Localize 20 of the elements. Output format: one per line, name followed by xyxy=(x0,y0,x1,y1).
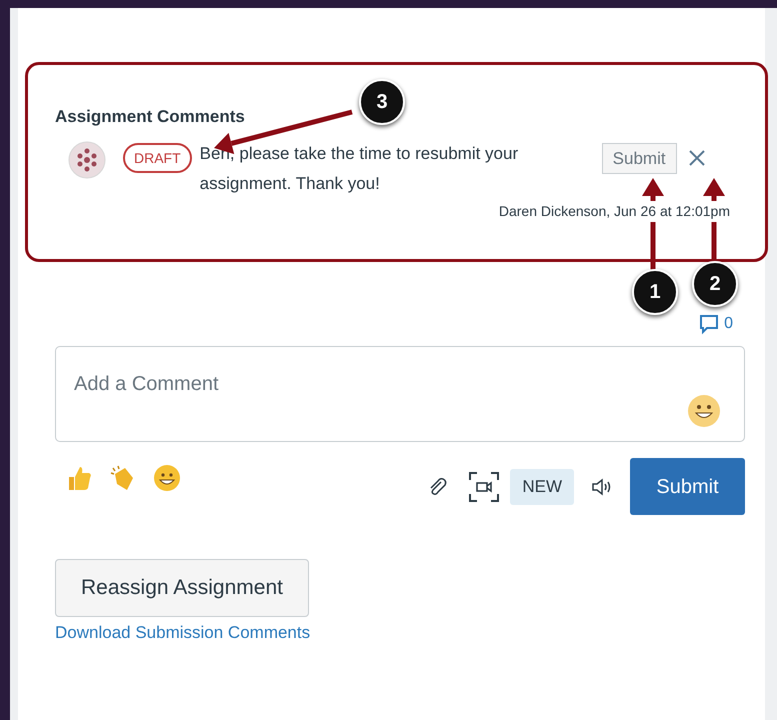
comment-meta: Daren Dickenson, Jun 26 at 12:01pm xyxy=(498,201,730,222)
section-title: Assignment Comments xyxy=(55,106,246,128)
avatar-icon xyxy=(68,141,106,179)
comment-field[interactable]: Add a Comment xyxy=(55,346,745,442)
reassign-button[interactable]: Reassign Assignment xyxy=(55,559,309,617)
video-capture-icon[interactable] xyxy=(468,470,500,502)
callout-number: 3 xyxy=(359,79,405,125)
submit-button[interactable]: Submit xyxy=(602,143,677,174)
draft-badge: DRAFT xyxy=(123,143,192,173)
grinning-face-icon[interactable] xyxy=(153,464,181,492)
comment-text: Ben, please take the time to resubmit your assignment. Thank you! xyxy=(200,143,520,195)
submit-button[interactable]: Submit xyxy=(630,458,745,515)
comment-icon xyxy=(698,313,720,335)
emoji-icon[interactable] xyxy=(687,394,721,428)
comment-count: 0 xyxy=(724,314,733,334)
callout-number: 1 xyxy=(632,269,678,315)
new-badge: NEW xyxy=(510,468,574,504)
close-icon[interactable] xyxy=(688,150,705,166)
download-link[interactable]: Download Submission Comments xyxy=(55,623,310,642)
callout-number: 2 xyxy=(692,261,738,307)
